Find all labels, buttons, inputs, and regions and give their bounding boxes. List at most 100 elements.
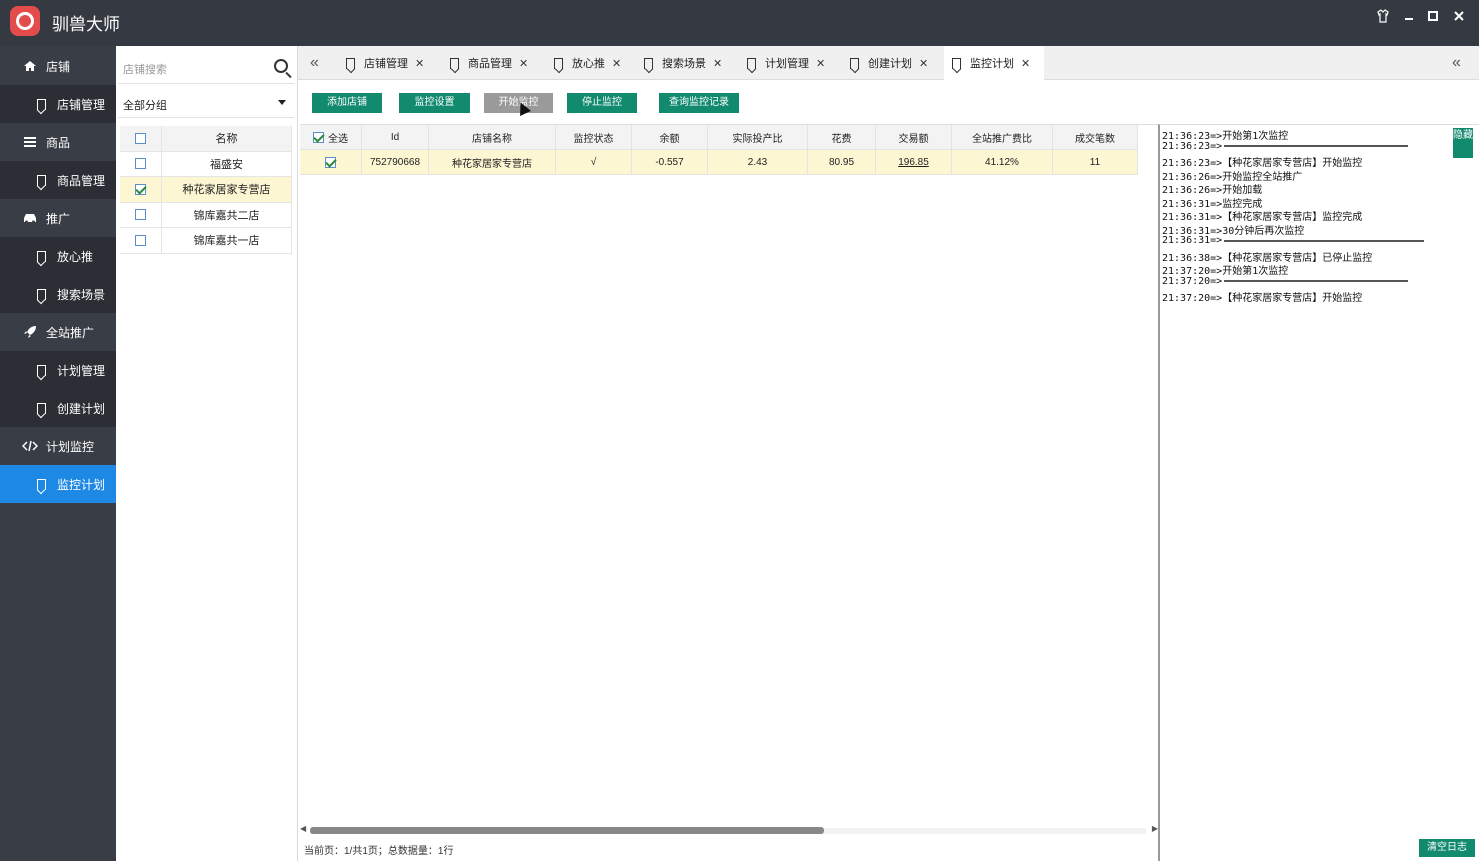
nav-item-store-manage[interactable]: 店铺管理 — [0, 85, 116, 123]
select-all-label: 全选 — [328, 133, 348, 145]
store-checkbox[interactable] — [135, 183, 146, 195]
group-select[interactable]: 全部分组 — [118, 88, 294, 118]
skin-icon[interactable] — [1372, 8, 1394, 30]
list-icon — [22, 134, 38, 150]
col-header-cost-ratio[interactable]: 全站推广费比 — [952, 125, 1053, 150]
close-icon[interactable]: ✕ — [1021, 57, 1030, 70]
close-icon[interactable]: ✕ — [519, 57, 528, 70]
store-row[interactable]: 种花家居家专营店 — [120, 177, 292, 203]
close-icon[interactable]: ✕ — [919, 57, 928, 70]
nav-group-product[interactable]: 商品 — [0, 123, 116, 161]
col-header-balance[interactable]: 余额 — [632, 125, 708, 150]
col-header-store-name[interactable]: 店铺名称 — [429, 125, 556, 150]
cell-cost-ratio: 41.12% — [952, 150, 1053, 175]
nav-item-product-manage[interactable]: 商品管理 — [0, 161, 116, 199]
tab-label: 放心推 — [572, 58, 605, 70]
scroll-thumb[interactable] — [310, 827, 824, 834]
tab-monitor-plan[interactable]: 监控计划 ✕ — [944, 46, 1044, 80]
col-header-monitor-status[interactable]: 监控状态 — [556, 125, 632, 150]
nav-label: 搜索场景 — [57, 287, 106, 302]
add-store-button[interactable]: 添加店铺 — [312, 93, 382, 113]
bookmark-icon — [33, 362, 49, 378]
nav-item-search-scene[interactable]: 搜索场景 — [0, 275, 116, 313]
tab-store-manage[interactable]: 店铺管理 ✕ — [346, 46, 438, 80]
close-icon[interactable]: ✕ — [816, 57, 825, 70]
cell-gmv-link[interactable]: 196.85 — [876, 150, 952, 175]
tab-search-scene[interactable]: 搜索场景 ✕ — [644, 46, 736, 80]
select-all-cell[interactable]: 全选 — [300, 125, 362, 150]
cell-id: 752790668 — [362, 150, 429, 175]
monitor-settings-button[interactable]: 监控设置 — [399, 93, 470, 113]
bookmark-icon — [554, 57, 563, 69]
close-icon[interactable]: ✕ — [713, 57, 722, 70]
store-select-all-checkbox[interactable] — [135, 132, 146, 144]
store-search-input[interactable]: 店铺搜索 — [118, 50, 294, 84]
col-header-gmv[interactable]: 交易额 — [876, 125, 952, 150]
close-icon[interactable]: ✕ — [415, 57, 424, 70]
grid-header-row: 全选 Id 店铺名称 监控状态 余额 实际投产比 花费 交易额 全站推广费比 成… — [300, 125, 1138, 150]
group-select-value: 全部分组 — [123, 100, 167, 112]
bookmark-icon — [33, 400, 49, 416]
tab-plan-manage[interactable]: 计划管理 ✕ — [747, 46, 839, 80]
horizontal-scrollbar[interactable]: ◀ ▶ — [300, 824, 1158, 836]
row-checkbox-cell[interactable] — [300, 150, 362, 175]
col-header-roi[interactable]: 实际投产比 — [708, 125, 808, 150]
col-header-id[interactable]: Id — [362, 125, 429, 150]
store-checkbox[interactable] — [135, 209, 146, 221]
collapse-panel-icon[interactable]: « — [1452, 54, 1461, 72]
col-header-orders[interactable]: 成交笔数 — [1053, 125, 1138, 150]
minimize-icon[interactable] — [1398, 8, 1420, 30]
car-icon — [22, 210, 38, 226]
nav-item-monitor-plan[interactable]: 监控计划 — [0, 465, 116, 503]
store-row[interactable]: 锦库嘉共一店 — [120, 228, 292, 254]
store-row[interactable]: 福盛安 — [120, 151, 292, 177]
nav-group-plan-monitor[interactable]: 计划监控 — [0, 427, 116, 465]
clear-log-button[interactable]: 清空日志 — [1419, 839, 1475, 857]
close-icon[interactable] — [1448, 8, 1470, 30]
monitor-grid: 全选 Id 店铺名称 监控状态 余额 实际投产比 花费 交易额 全站推广费比 成… — [300, 124, 1158, 839]
store-table: 名称 福盛安 种花家居家专营店 锦库嘉共二店 锦库嘉共一店 — [120, 126, 292, 254]
log-line: 21:36:31=> — [1162, 235, 1425, 246]
nav-label: 店铺管理 — [57, 97, 106, 112]
nav-group-promotion[interactable]: 推广 — [0, 199, 116, 237]
tab-fangxintui[interactable]: 放心推 ✕ — [554, 46, 634, 80]
log-separator — [1224, 145, 1409, 147]
nav-label: 商品 — [46, 135, 71, 150]
query-records-button[interactable]: 查询监控记录 — [659, 93, 739, 113]
nav-group-site-promotion[interactable]: 全站推广 — [0, 313, 116, 351]
nav-item-fangxintui[interactable]: 放心推 — [0, 237, 116, 275]
sidebar-nav: 店铺 店铺管理 商品 商品管理 推广 放心推 搜索场景 全站推广 计划管理 创建… — [0, 46, 116, 861]
scroll-left-icon[interactable]: ◀ — [300, 824, 306, 833]
row-checkbox[interactable] — [325, 156, 336, 168]
store-search-placeholder: 店铺搜索 — [123, 64, 167, 76]
cell-roi: 2.43 — [708, 150, 808, 175]
nav-label: 监控计划 — [57, 477, 106, 492]
tab-product-manage[interactable]: 商品管理 ✕ — [450, 46, 542, 80]
store-panel: 店铺搜索 全部分组 名称 福盛安 种花家居家专营店 锦库嘉共二店 锦库嘉共一店 — [116, 46, 298, 861]
table-row[interactable]: 752790668 种花家居家专营店 √ -0.557 2.43 80.95 1… — [300, 150, 1138, 175]
store-name: 种花家居家专营店 — [162, 177, 292, 202]
store-row[interactable]: 锦库嘉共二店 — [120, 202, 292, 228]
toolbar: 添加店铺 监控设置 开始监控 停止监控 查询监控记录 — [298, 80, 1479, 124]
app-logo-icon — [10, 6, 40, 36]
hide-log-button[interactable]: 隐藏 — [1453, 128, 1473, 158]
nav-item-create-plan[interactable]: 创建计划 — [0, 389, 116, 427]
rocket-icon — [22, 324, 38, 340]
nav-item-plan-manage[interactable]: 计划管理 — [0, 351, 116, 389]
scroll-tabs-left-icon[interactable]: « — [310, 54, 319, 72]
cell-monitor-status: √ — [556, 150, 632, 175]
close-icon[interactable]: ✕ — [612, 57, 621, 70]
stop-monitor-button[interactable]: 停止监控 — [567, 93, 637, 113]
store-checkbox[interactable] — [135, 234, 146, 246]
bookmark-icon — [850, 57, 859, 69]
nav-group-store[interactable]: 店铺 — [0, 47, 116, 85]
tab-create-plan[interactable]: 创建计划 ✕ — [850, 46, 942, 80]
select-all-checkbox[interactable] — [313, 131, 324, 143]
search-icon[interactable] — [274, 59, 288, 73]
chevron-down-icon — [278, 100, 286, 105]
cell-orders: 11 — [1053, 150, 1138, 175]
col-header-spend[interactable]: 花费 — [808, 125, 876, 150]
maximize-icon[interactable] — [1422, 8, 1444, 30]
store-checkbox[interactable] — [135, 158, 146, 170]
cell-store-name: 种花家居家专营店 — [429, 150, 556, 175]
